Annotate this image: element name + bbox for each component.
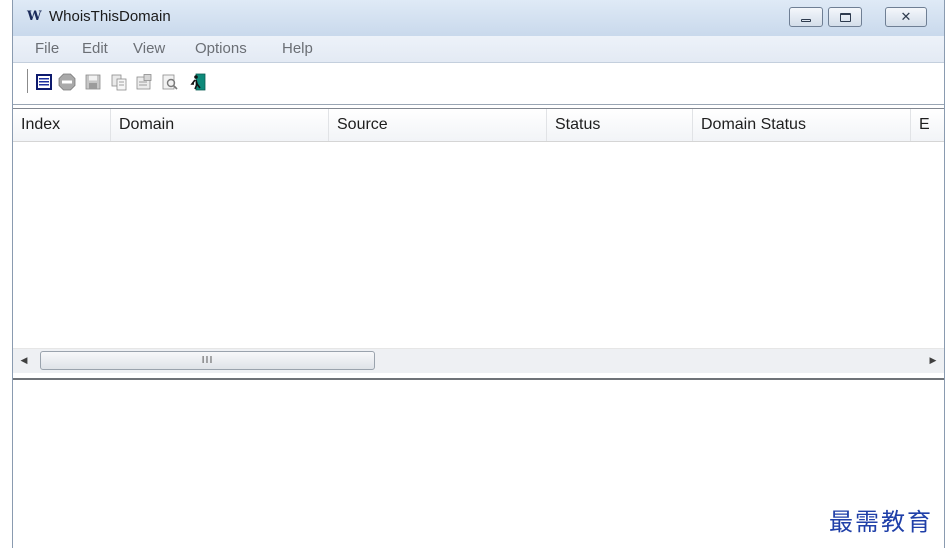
column-header-index[interactable]: Index [13, 109, 111, 141]
menu-help[interactable]: Help [282, 40, 313, 57]
horizontal-scrollbar[interactable]: ◀ III ▶ [13, 348, 944, 373]
app-logo-icon: W [27, 9, 42, 24]
results-list[interactable]: Index Domain Source Status Domain Status… [13, 108, 944, 373]
app-window: W WhoisThisDomain ✕ File Edit View Optio… [12, 0, 945, 548]
stop-icon[interactable] [58, 73, 76, 91]
close-icon: ✕ [900, 9, 912, 25]
list-icon[interactable] [35, 73, 53, 91]
column-header-domain-status[interactable]: Domain Status [693, 109, 911, 141]
minimize-button[interactable] [789, 7, 823, 27]
menu-file[interactable]: File [35, 40, 59, 57]
menu-options[interactable]: Options [195, 40, 247, 57]
minimize-icon [801, 18, 811, 22]
properties-icon[interactable] [135, 73, 153, 91]
details-pane[interactable] [13, 378, 944, 548]
menu-view[interactable]: View [133, 40, 165, 57]
column-header-truncated[interactable]: E [911, 109, 944, 141]
save-icon[interactable] [84, 73, 102, 91]
toolbar-separator [27, 69, 28, 93]
exit-icon[interactable] [189, 73, 207, 91]
scroll-left-icon[interactable]: ◀ [13, 349, 35, 373]
toolbar [13, 63, 944, 105]
find-icon[interactable] [161, 73, 179, 91]
menu-bar: File Edit View Options Help [13, 36, 944, 63]
copy-icon[interactable] [110, 73, 128, 91]
close-button[interactable]: ✕ [885, 7, 927, 27]
window-title: WhoisThisDomain [49, 8, 171, 25]
column-header-source[interactable]: Source [329, 109, 547, 141]
scroll-right-icon[interactable]: ▶ [922, 349, 944, 373]
watermark-text: 最需教育 [829, 508, 933, 536]
list-header: Index Domain Source Status Domain Status… [13, 109, 944, 142]
column-header-status[interactable]: Status [547, 109, 693, 141]
menu-edit[interactable]: Edit [82, 40, 108, 57]
column-header-domain[interactable]: Domain [111, 109, 329, 141]
maximize-icon [839, 12, 851, 22]
scrollbar-thumb[interactable]: III [40, 351, 375, 370]
title-bar[interactable]: W WhoisThisDomain ✕ [13, 0, 944, 36]
maximize-button[interactable] [828, 7, 862, 27]
